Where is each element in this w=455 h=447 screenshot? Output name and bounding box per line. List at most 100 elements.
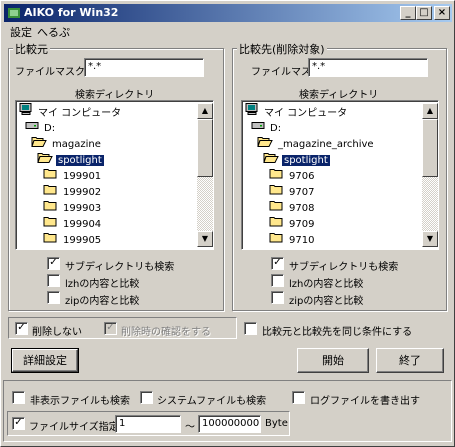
target-dir-label: 検索ディレクトリ: [299, 90, 379, 101]
source-lzh-label: lzhの内容と比較: [65, 279, 140, 290]
same-condition-label: 比較元と比較先を同じ条件にする: [262, 327, 413, 338]
tree-item-label: magazine: [52, 139, 101, 150]
same-condition-checkbox[interactable]: [244, 322, 257, 335]
computer-icon: [245, 103, 259, 122]
target-subdir-checkbox[interactable]: ✓: [271, 257, 284, 270]
tree-item[interactable]: 9709: [269, 215, 316, 231]
app-icon: [8, 8, 20, 18]
folder-open-icon: [37, 151, 53, 169]
computer-icon: [19, 103, 33, 122]
tree-item-label: 199902: [63, 187, 102, 198]
source-tree-scrollbar[interactable]: ▲ ▼: [197, 103, 213, 247]
folder-open-icon: [257, 135, 273, 153]
maximize-button[interactable]: □: [416, 6, 432, 20]
tree-item-label: マイ コンピュータ: [38, 107, 122, 119]
tree-item-label: 9707: [289, 187, 315, 198]
size-min-input[interactable]: 1: [115, 415, 181, 433]
tree-item-label: spotlight: [282, 155, 330, 166]
tree-item[interactable]: マイ コンピュータ: [19, 103, 123, 119]
tree-item-label: D:: [270, 123, 282, 134]
detail-settings-button[interactable]: 詳細設定: [11, 348, 79, 373]
scroll-up-icon[interactable]: ▲: [197, 103, 213, 119]
folder-icon: [269, 167, 284, 185]
system-files-label: システムファイルも検索: [157, 396, 267, 407]
source-lzh-checkbox[interactable]: [47, 274, 60, 287]
start-button[interactable]: 開始: [297, 348, 369, 373]
tree-item[interactable]: 9708: [269, 199, 316, 215]
folder-icon: [43, 183, 58, 201]
source-subdir-checkbox[interactable]: ✓: [47, 257, 60, 270]
tree-item[interactable]: 199902: [43, 183, 103, 199]
folder-icon: [43, 231, 58, 249]
scroll-down-icon[interactable]: ▼: [422, 231, 438, 247]
source-mask-label: ファイルマスク: [15, 67, 85, 78]
tree-item[interactable]: 199904: [43, 215, 103, 231]
size-max-input[interactable]: 100000000: [198, 415, 261, 433]
tree-item-label: spotlight: [56, 155, 104, 166]
folder-icon: [43, 167, 58, 185]
log-file-checkbox[interactable]: [292, 391, 305, 404]
confirm-delete-label: 削除時の確認をする: [121, 327, 211, 338]
tree-item-label: 9710: [289, 235, 315, 246]
title-bar[interactable]: AIKO for Win32 _ □ ×: [4, 4, 452, 22]
tree-item[interactable]: 9707: [269, 183, 316, 199]
tree-item-label: 9706: [289, 171, 315, 182]
tree-item-label: D:: [44, 123, 56, 134]
tree-item[interactable]: マイ コンピュータ: [245, 103, 349, 119]
target-lzh-label: lzhの内容と比較: [289, 279, 364, 290]
source-mask-input[interactable]: *.*: [84, 58, 204, 77]
tree-item[interactable]: magazine: [31, 135, 103, 151]
folder-open-icon: [263, 151, 279, 169]
tree-item-label: マイ コンピュータ: [264, 107, 348, 119]
folder-icon: [269, 199, 284, 217]
target-tree-scrollbar[interactable]: ▲ ▼: [422, 103, 438, 247]
tree-item[interactable]: _magazine_archive: [257, 135, 376, 151]
hidden-files-label: 非表示ファイルも検索: [30, 396, 130, 407]
close-button[interactable]: ×: [434, 6, 450, 20]
scroll-thumb[interactable]: [197, 119, 213, 177]
tree-item[interactable]: 9706: [269, 167, 316, 183]
no-delete-label: 削除しない: [32, 327, 82, 338]
tree-item-label: 199904: [63, 219, 102, 230]
target-mask-input[interactable]: *.*: [308, 58, 428, 77]
source-zip-label: zipの内容と比較: [65, 296, 140, 307]
target-dir-tree[interactable]: 9710 9709 9708 9707 9706 spotlight _magazine_a…: [241, 100, 439, 250]
exit-button[interactable]: 終了: [376, 348, 444, 373]
tree-item-label: 9708: [289, 203, 315, 214]
no-delete-checkbox[interactable]: ✓: [15, 322, 28, 335]
size-range-separator: ～: [185, 422, 195, 433]
tree-item[interactable]: spotlight: [37, 151, 104, 167]
minimize-button[interactable]: _: [400, 6, 416, 20]
source-subdir-label: サブディレクトリも検索: [65, 262, 175, 273]
tree-item[interactable]: 199903: [43, 199, 103, 215]
scroll-thumb[interactable]: [422, 119, 438, 177]
folder-icon: [269, 231, 284, 249]
tree-item-label: 199903: [63, 203, 102, 214]
target-zip-label: zipの内容と比較: [289, 296, 364, 307]
file-size-checkbox[interactable]: ✓: [12, 417, 25, 430]
tree-item[interactable]: spotlight: [263, 151, 330, 167]
tree-item-label: 199905: [63, 235, 102, 246]
source-dir-label: 検索ディレクトリ: [75, 90, 155, 101]
source-zip-checkbox[interactable]: [47, 291, 60, 304]
target-subdir-label: サブディレクトリも検索: [289, 262, 399, 273]
system-files-checkbox[interactable]: [140, 391, 153, 404]
size-unit-label: Byte: [265, 418, 288, 429]
log-file-label: ログファイルを書き出す: [310, 396, 420, 407]
scroll-up-icon[interactable]: ▲: [422, 103, 438, 119]
tree-item-label: 9709: [289, 219, 315, 230]
main-window: AIKO for Win32 _ □ × 設定 へるぷ 比較元 ファイルマスク …: [0, 0, 455, 447]
scroll-down-icon[interactable]: ▼: [197, 231, 213, 247]
target-zip-checkbox[interactable]: [271, 291, 284, 304]
target-lzh-checkbox[interactable]: [271, 274, 284, 287]
source-dir-tree[interactable]: 199905 199904 199903 199902 199901 spotlight m…: [15, 100, 214, 250]
hidden-files-checkbox[interactable]: [12, 391, 25, 404]
file-size-label: ファイルサイズ指定: [29, 422, 119, 433]
tree-item[interactable]: 199901: [43, 167, 103, 183]
folder-icon: [269, 183, 284, 201]
tree-item[interactable]: 9710: [269, 231, 316, 247]
menu-help[interactable]: へるぷ: [37, 24, 70, 40]
tree-item[interactable]: 199905: [43, 231, 103, 247]
tree-item-label: 199901: [63, 171, 102, 182]
menu-settings[interactable]: 設定: [10, 24, 32, 40]
